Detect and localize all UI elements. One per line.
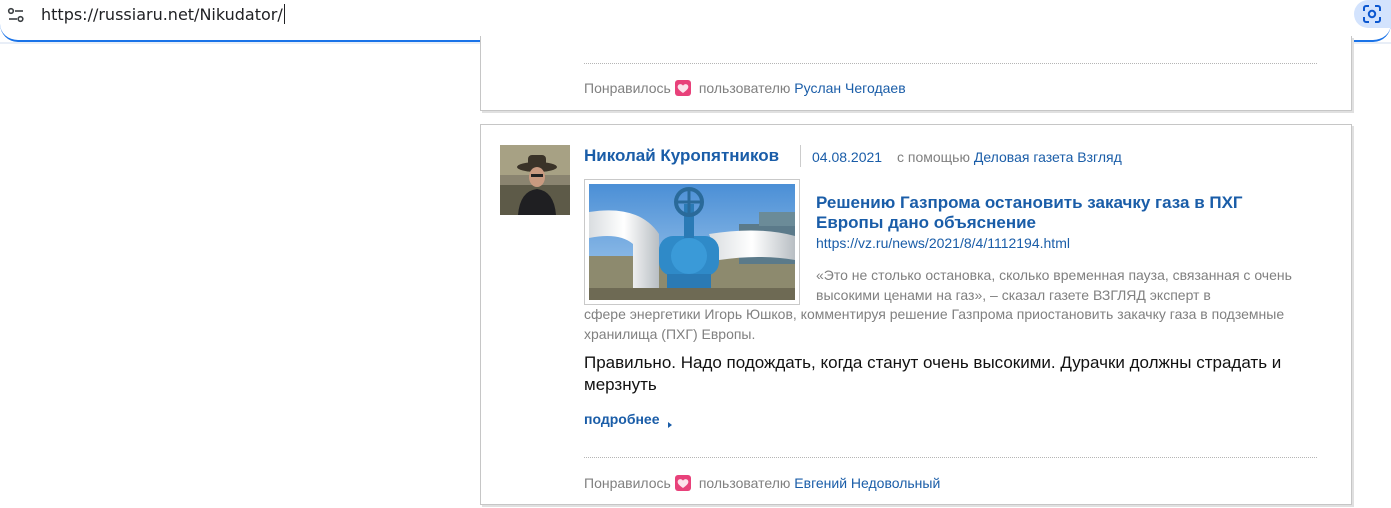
url-input[interactable]: https://russiaru.net/Nikudator/ [41, 4, 285, 26]
read-more-label: подробнее [584, 411, 660, 427]
liked-label: Понравилось [584, 80, 671, 96]
article-url-link[interactable]: https://vz.ru/news/2021/8/4/1112194.html [816, 234, 1070, 252]
post-text: Правильно. Надо подождать, когда станут … [584, 353, 1282, 394]
article-thumbnail[interactable] [584, 179, 800, 305]
likes-row: Понравилось пользователю Евгений Недоволь… [584, 474, 940, 492]
header-separator [800, 145, 801, 167]
text-caret [283, 4, 285, 24]
avatar[interactable] [500, 145, 570, 215]
author-name-link[interactable]: Николай Куропятников [584, 146, 779, 166]
liked-by-prefix: пользователю [698, 80, 791, 96]
article-excerpt: «Это не столько остановка, сколько време… [816, 267, 1292, 303]
article-excerpt-continued: сфере энергетики Игорь Юшков, комментиру… [584, 306, 1285, 342]
url-text: https://russiaru.net/Nikudator/ [41, 5, 283, 24]
google-lens-button[interactable] [1354, 0, 1391, 28]
via-label: с помощью [897, 149, 970, 165]
card-divider [584, 457, 1317, 458]
heart-icon[interactable] [674, 80, 691, 96]
heart-icon[interactable] [674, 475, 691, 491]
post-date-link[interactable]: 04.08.2021 [812, 148, 882, 166]
feed-card-previous [480, 36, 1352, 111]
tune-icon[interactable] [7, 7, 25, 23]
liked-by-prefix: пользователю [698, 475, 791, 491]
likes-row: Понравилось пользователю Руслан Чегодаев [584, 79, 906, 97]
liked-label: Понравилось [584, 475, 671, 491]
card-divider [584, 63, 1317, 64]
via-source-link[interactable]: Деловая газета Взгляд [974, 149, 1122, 165]
liked-by-user-link[interactable]: Евгений Недовольный [794, 475, 940, 491]
read-more-link[interactable]: подробнее [584, 410, 672, 428]
via-source: с помощью Деловая газета Взгляд [897, 148, 1122, 166]
article-title-link[interactable]: Решению Газпрома остановить закачку газа… [816, 193, 1296, 233]
liked-by-user-link[interactable]: Руслан Чегодаев [794, 80, 905, 96]
chevron-right-icon [667, 422, 672, 428]
